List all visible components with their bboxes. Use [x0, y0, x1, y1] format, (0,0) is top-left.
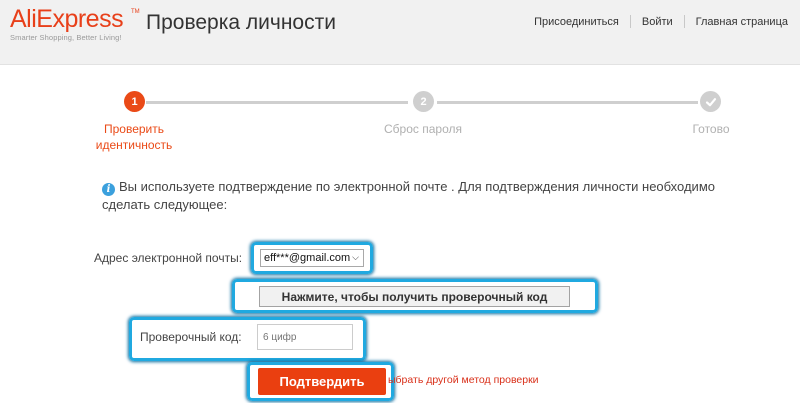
chevron-down-icon: ⌵: [352, 252, 359, 262]
home-link[interactable]: Главная страница: [696, 16, 788, 28]
nav-divider: [629, 15, 631, 28]
code-input[interactable]: [257, 324, 353, 350]
join-link[interactable]: Присоединиться: [534, 16, 619, 28]
email-label: Адрес электронной почты:: [94, 251, 243, 265]
header: AliExpress TM Smarter Shopping, Better L…: [0, 0, 800, 65]
step-connector: [146, 101, 408, 104]
email-value: eff***@gmail.com: [264, 252, 351, 264]
info-icon: i: [102, 183, 115, 196]
logo-text: AliExpress: [10, 5, 124, 33]
step-2-label: Сброс пароля: [384, 122, 462, 136]
alt-method-link[interactable]: ыбрать другой метод проверки: [388, 374, 539, 386]
aliexpress-logo[interactable]: AliExpress TM Smarter Shopping, Better L…: [10, 5, 140, 42]
get-code-button[interactable]: Нажмите, чтобы получить проверочный код: [259, 286, 570, 307]
step-2-circle: 2: [413, 91, 434, 112]
email-select[interactable]: eff***@gmail.com ⌵: [260, 249, 364, 267]
step-2-number: 2: [420, 95, 427, 108]
logo-trademark: TM: [131, 9, 140, 15]
logo-slogan: Smarter Shopping, Better Living!: [10, 33, 122, 42]
step-connector: [437, 101, 698, 104]
check-icon: [705, 97, 716, 106]
code-label: Проверочный код:: [140, 330, 242, 344]
step-3-label: Готово: [692, 122, 730, 136]
info-text: Вы используете подтверждение по электрон…: [102, 179, 715, 212]
step-3-circle: [700, 91, 721, 112]
top-nav: Присоединиться Войти Главная страница: [534, 15, 788, 28]
step-1-circle: 1: [124, 91, 145, 112]
login-link[interactable]: Войти: [642, 16, 673, 28]
step-1-label-line2: идентичность: [95, 138, 173, 152]
step-1-label-line1: Проверить: [103, 122, 164, 136]
confirm-button[interactable]: Подтвердить: [258, 368, 386, 395]
info-message: i Вы используете подтверждение по электро…: [102, 178, 742, 214]
page-title: Проверка личности: [146, 11, 336, 34]
step-1-number: 1: [131, 95, 138, 108]
nav-divider: [683, 15, 685, 28]
step-1-label: Проверить идентичность: [84, 121, 184, 153]
